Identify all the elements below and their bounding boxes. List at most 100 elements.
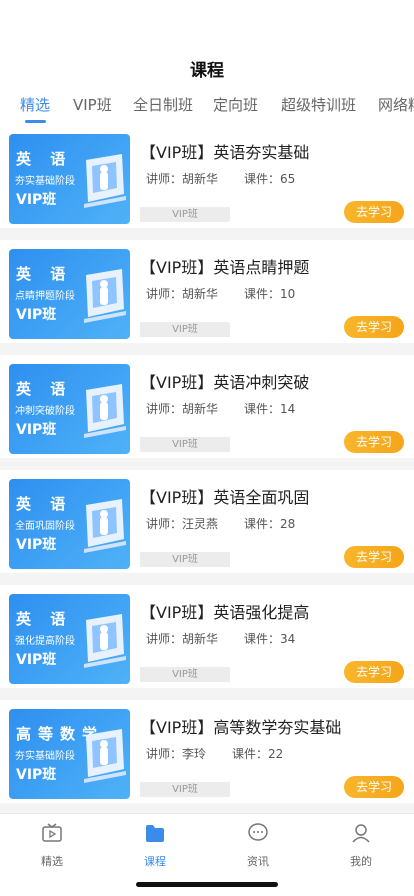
teacher-label: 讲师：	[146, 517, 183, 531]
book-illustration-icon	[84, 729, 126, 783]
lessons-label: 课件：	[244, 632, 281, 646]
folder-icon	[146, 825, 164, 842]
teacher-label: 讲师：	[146, 632, 183, 646]
course-card[interactable]: 英 语 夯实基础阶段 VIP班 【VIP班】英语夯实基础 讲师：胡新华 课件：65…	[0, 125, 414, 228]
study-button[interactable]: 去学习	[344, 201, 404, 223]
tab-super-training[interactable]: 超级特训班	[281, 94, 356, 115]
course-thumbnail: 英 语 冲刺突破阶段 VIP班	[9, 364, 130, 454]
thumb-subject: 英 语	[16, 265, 73, 283]
tv-icon	[42, 823, 62, 842]
thumb-stage: 点睛押题阶段	[15, 291, 75, 302]
category-tabs: 精选 VIP班 全日制班 定向班 超级特训班 网络精	[0, 94, 414, 124]
thumb-stage: 夯实基础阶段	[15, 176, 75, 187]
course-title: 【VIP班】英语强化提高	[140, 603, 310, 622]
tabbar-label-courses: 课程	[144, 855, 166, 868]
lessons-label: 课件：	[244, 172, 281, 186]
teacher-name: 胡新华	[182, 287, 219, 301]
tabbar-label-mine: 我的	[350, 855, 372, 868]
home-indicator	[136, 882, 278, 887]
teacher-name: 胡新华	[182, 172, 219, 186]
course-thumbnail: 英 语 点睛押题阶段 VIP班	[9, 249, 130, 339]
tabbar-item-mine[interactable]: 我的	[326, 822, 396, 869]
course-thumbnail: 英 语 全面巩固阶段 VIP班	[9, 479, 130, 569]
tabbar-item-news[interactable]: 资讯	[223, 822, 293, 869]
course-title: 【VIP班】英语全面巩固	[140, 488, 310, 507]
thumb-stage: 强化提高阶段	[15, 636, 75, 647]
course-thumbnail: 英 语 强化提高阶段 VIP班	[9, 594, 130, 684]
teacher-label: 讲师：	[146, 172, 183, 186]
page-title: 课程	[190, 61, 224, 81]
study-button[interactable]: 去学习	[344, 661, 404, 683]
course-meta: 讲师：胡新华 课件：14	[146, 400, 295, 417]
thumb-vip: VIP班	[16, 192, 57, 208]
tabbar-label-featured: 精选	[41, 855, 63, 868]
thumb-vip: VIP班	[16, 422, 57, 438]
study-button[interactable]: 去学习	[344, 431, 404, 453]
thumb-subject: 英 语	[16, 610, 73, 628]
teacher-name: 汪灵燕	[182, 517, 219, 531]
teacher-name: 李玲	[182, 747, 207, 761]
course-meta: 讲师：胡新华 课件：65	[146, 170, 295, 187]
course-meta: 讲师：汪灵燕 课件：28	[146, 515, 295, 532]
course-title: 【VIP班】高等数学夯实基础	[140, 718, 342, 737]
thumb-vip: VIP班	[16, 767, 57, 783]
tab-full-time[interactable]: 全日制班	[133, 94, 193, 115]
course-title: 【VIP班】英语点睛押题	[140, 258, 310, 277]
study-button[interactable]: 去学习	[344, 546, 404, 568]
course-tag: VIP班	[140, 207, 230, 222]
thumb-vip: VIP班	[16, 537, 57, 553]
chat-icon	[248, 823, 268, 841]
course-thumbnail: 英 语 夯实基础阶段 VIP班	[9, 134, 130, 224]
course-card[interactable]: 英 语 点睛押题阶段 VIP班 【VIP班】英语点睛押题 讲师：胡新华 课件：10…	[0, 240, 414, 343]
course-tag: VIP班	[140, 552, 230, 567]
course-meta: 讲师：胡新华 课件：10	[146, 285, 295, 302]
course-card[interactable]: 英 语 全面巩固阶段 VIP班 【VIP班】英语全面巩固 讲师：汪灵燕 课件：28…	[0, 470, 414, 573]
lessons-count: 28	[280, 517, 296, 531]
thumb-stage: 冲刺突破阶段	[15, 406, 75, 417]
user-icon	[352, 824, 370, 843]
thumb-vip: VIP班	[16, 652, 57, 668]
course-tag: VIP班	[140, 782, 230, 797]
teacher-label: 讲师：	[146, 747, 183, 761]
study-button[interactable]: 去学习	[344, 316, 404, 338]
course-tag: VIP班	[140, 667, 230, 682]
course-title: 【VIP班】英语冲刺突破	[140, 373, 310, 392]
course-meta: 讲师：李玲 课件：22	[146, 745, 283, 762]
teacher-label: 讲师：	[146, 287, 183, 301]
course-title: 【VIP班】英语夯实基础	[140, 143, 310, 162]
thumb-vip: VIP班	[16, 307, 57, 323]
lessons-label: 课件：	[232, 747, 269, 761]
course-card[interactable]: 英 语 冲刺突破阶段 VIP班 【VIP班】英语冲刺突破 讲师：胡新华 课件：14…	[0, 355, 414, 458]
book-illustration-icon	[84, 499, 126, 553]
lessons-count: 14	[280, 402, 296, 416]
tabbar-item-courses[interactable]: 课程	[120, 822, 190, 869]
active-tab-indicator	[25, 120, 46, 123]
thumb-subject: 英 语	[16, 495, 73, 513]
tab-online[interactable]: 网络精	[378, 94, 414, 115]
lessons-count: 34	[280, 632, 296, 646]
course-thumbnail: 高等数学 夯实基础阶段 VIP班	[9, 709, 130, 799]
tab-featured[interactable]: 精选	[20, 94, 50, 115]
teacher-name: 胡新华	[182, 402, 219, 416]
teacher-name: 胡新华	[182, 632, 219, 646]
study-button[interactable]: 去学习	[344, 776, 404, 798]
thumb-subject: 英 语	[16, 380, 73, 398]
lessons-label: 课件：	[244, 287, 281, 301]
course-card[interactable]: 英 语 强化提高阶段 VIP班 【VIP班】英语强化提高 讲师：胡新华 课件：34…	[0, 585, 414, 688]
thumb-stage: 夯实基础阶段	[15, 751, 75, 762]
tab-targeted[interactable]: 定向班	[213, 94, 258, 115]
book-illustration-icon	[84, 384, 126, 438]
lessons-count: 10	[280, 287, 296, 301]
thumb-subject: 英 语	[16, 150, 73, 168]
book-illustration-icon	[84, 614, 126, 668]
lessons-label: 课件：	[244, 517, 281, 531]
tabbar-item-featured[interactable]: 精选	[17, 822, 87, 869]
tab-vip[interactable]: VIP班	[73, 94, 112, 115]
tabbar-label-news: 资讯	[247, 855, 269, 868]
teacher-label: 讲师：	[146, 402, 183, 416]
lessons-label: 课件：	[244, 402, 281, 416]
course-tag: VIP班	[140, 437, 230, 452]
course-card[interactable]: 高等数学 夯实基础阶段 VIP班 【VIP班】高等数学夯实基础 讲师：李玲 课件：…	[0, 700, 414, 803]
lessons-count: 22	[268, 747, 284, 761]
course-tag: VIP班	[140, 322, 230, 337]
